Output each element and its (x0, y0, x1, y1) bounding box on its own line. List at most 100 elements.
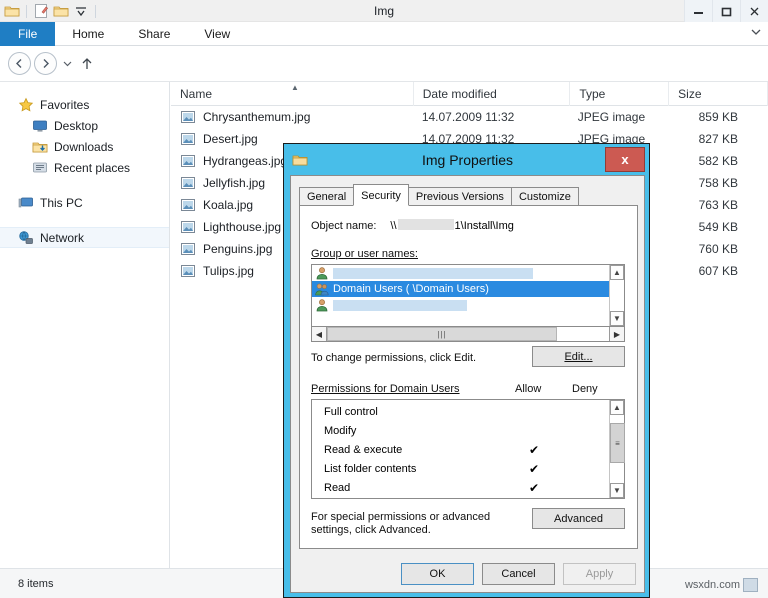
recent-places-icon (32, 160, 48, 176)
address-bar: ▶ Network ▶ ▶ Install ▶ Img Search Img (0, 46, 768, 81)
sidebar-item-label: Recent places (54, 161, 130, 175)
tab-file[interactable]: File (0, 22, 55, 46)
sidebar-item-label: Network (40, 231, 84, 245)
apply-button[interactable]: Apply (563, 563, 636, 585)
tab-share[interactable]: Share (121, 22, 187, 46)
sidebar-item-desktop[interactable]: Desktop (0, 115, 169, 136)
watermark-text: wsxdn.com (685, 579, 740, 591)
scroll-up-icon[interactable]: ▲ (610, 265, 624, 280)
sidebar-item-downloads[interactable]: Downloads (0, 136, 169, 157)
file-name: Chrysanthemum.jpg (203, 110, 310, 124)
edit-button[interactable]: Edit... (532, 346, 625, 367)
permission-row[interactable]: Full control (312, 402, 609, 421)
permissions-listbox[interactable]: Full control Modify Read & execute ✔ (311, 399, 625, 499)
maximize-button[interactable] (712, 0, 740, 22)
sidebar-item-network[interactable]: Network (0, 227, 169, 248)
listbox-vertical-scrollbar[interactable]: ▲ ▼ (609, 265, 624, 326)
permission-allow-check[interactable]: ✔ (512, 462, 556, 476)
permissions-vertical-scrollbar[interactable]: ▲ ≡ ▼ (609, 400, 624, 498)
sidebar-gap-2 (0, 213, 169, 227)
table-row[interactable]: Chrysanthemum.jpg 14.07.2009 11:32 JPEG … (171, 106, 768, 128)
sidebar-item-this-pc[interactable]: This PC (0, 192, 169, 213)
tab-previous-versions[interactable]: Previous Versions (408, 187, 512, 206)
file-size: 758 KB (667, 176, 768, 190)
list-item-selected[interactable]: Domain Users ( \Domain Users) (312, 281, 609, 297)
file-size: 859 KB (667, 110, 768, 124)
star-icon (18, 97, 34, 113)
this-pc-icon (18, 195, 34, 211)
permission-name: Modify (312, 425, 512, 437)
dialog-close-button[interactable]: x (605, 147, 645, 172)
dialog-title: Img Properties (284, 152, 651, 168)
scroll-up-icon[interactable]: ▲ (610, 400, 624, 415)
permission-row[interactable]: Modify (312, 421, 609, 440)
file-size: 827 KB (667, 132, 768, 146)
navigation-buttons[interactable] (8, 52, 95, 75)
tab-security[interactable]: Security (353, 184, 409, 206)
permissions-header-text: Permissions for Domain Users (311, 383, 460, 395)
tab-customize[interactable]: Customize (511, 187, 579, 206)
scroll-thumb[interactable]: ≡ (610, 423, 625, 463)
tab-home[interactable]: Home (55, 22, 121, 46)
item-count-label: 8 items (0, 578, 53, 590)
file-list-header[interactable]: Name Date modified Type Size ▲ (171, 82, 768, 106)
file-name: Jellyfish.jpg (203, 176, 265, 190)
desktop-icon (32, 118, 48, 134)
scroll-down-icon[interactable]: ▼ (610, 483, 624, 498)
permission-allow-check[interactable]: ✔ (512, 481, 556, 495)
advanced-button[interactable]: Advanced (532, 508, 625, 529)
permission-row[interactable]: Read ✔ (312, 478, 609, 497)
group-label-text: Group or user names: (311, 248, 418, 260)
dialog-title-bar: Img Properties x (284, 144, 649, 175)
recent-dropdown-icon[interactable] (60, 52, 75, 75)
sidebar-item-recent-places[interactable]: Recent places (0, 157, 169, 178)
properties-dialog: Img Properties x General Security Previo… (283, 143, 650, 598)
column-header-type[interactable]: Type (570, 82, 669, 106)
permission-row[interactable]: List folder contents ✔ (312, 459, 609, 478)
group-user-listbox[interactable]: Domain Users ( \Domain Users) ▲ (311, 264, 625, 327)
permission-name: List folder contents (312, 463, 512, 475)
dialog-tab-strip[interactable]: General Security Previous Versions Custo… (299, 184, 644, 206)
permission-allow-check[interactable]: ✔ (512, 443, 556, 457)
forward-icon[interactable] (34, 52, 57, 75)
deny-column-header: Deny (572, 383, 598, 395)
ribbon-tab-list[interactable]: File Home Share View (0, 22, 768, 46)
sidebar-item-label: Favorites (40, 98, 89, 112)
tab-view[interactable]: View (187, 22, 247, 46)
sidebar-gap (0, 178, 169, 192)
column-header-size[interactable]: Size (669, 82, 768, 106)
scroll-left-icon[interactable]: ◀ (312, 327, 327, 341)
group-user-items[interactable]: Domain Users ( \Domain Users) (312, 265, 609, 326)
ok-button[interactable]: OK (401, 563, 474, 585)
column-header-date[interactable]: Date modified (414, 82, 571, 106)
edit-hint-label: To change permissions, click Edit. (311, 352, 476, 364)
scroll-down-icon[interactable]: ▼ (610, 311, 624, 326)
scroll-track-horizontal[interactable] (557, 327, 609, 341)
file-size: 760 KB (667, 242, 768, 256)
ribbon-expand-icon[interactable] (750, 26, 762, 40)
watermark-icon (743, 578, 758, 592)
scroll-thumb-horizontal[interactable]: ||| (327, 327, 557, 341)
file-size: 582 KB (667, 154, 768, 168)
list-item[interactable] (312, 265, 609, 281)
scroll-track[interactable] (610, 280, 624, 311)
scroll-track[interactable]: ≡ (610, 415, 624, 483)
listbox-horizontal-scrollbar[interactable]: ◀ ||| ▶ (311, 327, 625, 342)
object-name-label: Object name: (311, 220, 376, 232)
permission-row[interactable]: Read & execute ✔ (312, 440, 609, 459)
back-icon[interactable] (8, 52, 31, 75)
scroll-right-icon[interactable]: ▶ (609, 327, 624, 341)
sidebar-item-favorites[interactable]: Favorites (0, 94, 169, 115)
edit-button-label: Edit... (564, 351, 592, 363)
up-icon[interactable] (78, 52, 95, 75)
list-item[interactable] (312, 297, 609, 313)
file-name: Lighthouse.jpg (203, 220, 281, 234)
minimize-button[interactable] (684, 0, 712, 22)
object-name-row: Object name: \\1\Install\Img (311, 219, 514, 232)
cancel-button[interactable]: Cancel (482, 563, 555, 585)
window-controls[interactable] (684, 0, 768, 22)
file-name: Tulips.jpg (203, 264, 254, 278)
tab-general[interactable]: General (299, 187, 354, 206)
close-button[interactable] (740, 0, 768, 22)
file-name: Hydrangeas.jpg (203, 154, 287, 168)
